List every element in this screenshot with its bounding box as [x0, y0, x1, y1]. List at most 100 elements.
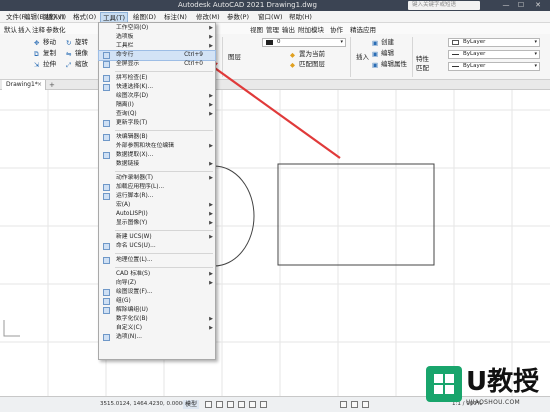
tools-menu-item[interactable]: 选项板 ▶ [99, 33, 215, 42]
tools-menu-item[interactable]: 块编辑器(B) [99, 133, 215, 142]
submenu-arrow-icon: ▶ [209, 102, 213, 108]
menu-modify[interactable]: 修改(M) [194, 12, 222, 22]
tab-addins[interactable]: 附加模块 [298, 24, 324, 34]
tools-menu-item[interactable]: 解除编组(U) [99, 306, 215, 315]
tools-menu-item[interactable]: 数字化仪(B) ▶ [99, 315, 215, 324]
linetype-select[interactable]: ByLayer ▾ [448, 50, 540, 59]
tools-menu-item[interactable]: 全屏显示 Ctrl+0 [99, 60, 215, 69]
layer-select[interactable]: 0 ▾ [262, 38, 346, 47]
copy-label: 复制 [43, 49, 56, 57]
lineweight-toggle-icon[interactable] [340, 401, 347, 408]
otrack-toggle-icon[interactable] [260, 401, 267, 408]
tools-menu-item[interactable]: 工作空间(O) ▶ [99, 24, 215, 33]
menu-dimension[interactable]: 标注(N) [162, 12, 189, 22]
copy-button[interactable]: ⧉ 复制 [34, 48, 56, 58]
tools-menu-item-label: 工具栏 [116, 43, 134, 49]
tools-menu-item[interactable]: 自定义(C) ▶ [99, 324, 215, 333]
menu-draw[interactable]: 绘图(D) [131, 12, 158, 22]
polar-toggle-icon[interactable] [238, 401, 245, 408]
submenu-arrow-icon: ▶ [209, 34, 213, 40]
tab-manage[interactable]: 管理 [266, 24, 279, 34]
scale-button[interactable]: ⤢ 缩放 [66, 59, 88, 69]
color-swatch [452, 40, 459, 45]
create-block-button[interactable]: ▣ 创建 [372, 37, 394, 47]
transparency-toggle-icon[interactable] [351, 401, 358, 408]
tools-menu-item[interactable]: 命令行 Ctrl+9 [98, 50, 216, 61]
tools-menu-item[interactable]: 数据提取(X)... [99, 151, 215, 160]
tools-menu-item-label: 组(G) [116, 298, 131, 304]
tab-annotate[interactable]: 注释 [32, 24, 45, 34]
tools-menu-item[interactable]: 数据链接 ▶ [99, 160, 215, 169]
submenu-arrow-icon: ▶ [209, 234, 213, 240]
tools-menu-item[interactable]: 选项(N)... [99, 333, 215, 342]
tools-menu-item[interactable]: 地理位置(L)... [99, 256, 215, 265]
windows-logo-icon [426, 366, 462, 402]
close-button[interactable]: ✕ [532, 0, 544, 11]
mirror-button[interactable]: ⇋ 镜像 [66, 48, 88, 58]
set-current-button[interactable]: ◆ 置为当前 [290, 49, 325, 59]
doc-tab-drawing1[interactable]: Drawing1* × [2, 80, 46, 90]
tools-menu-item[interactable]: 运行脚本(R)... [99, 192, 215, 201]
stretch-button[interactable]: ⇲ 拉伸 [34, 59, 56, 69]
menu-format[interactable]: 格式(O) [71, 12, 98, 22]
tools-menu-item[interactable]: 组(G) [99, 297, 215, 306]
osnap-toggle-icon[interactable] [249, 401, 256, 408]
menu-help[interactable]: 帮助(H) [287, 12, 314, 22]
tools-menu-item[interactable]: 工具栏 ▶ [99, 42, 215, 51]
tools-menu-item[interactable]: 宏(A) ▶ [99, 201, 215, 210]
tools-menu-item[interactable]: 查询(Q) ▶ [99, 110, 215, 119]
drawing-canvas[interactable] [0, 90, 550, 396]
tools-menu-item[interactable]: 快速选择(K)... [99, 83, 215, 92]
selection-cycling-icon[interactable] [362, 401, 369, 408]
tools-menu-item[interactable]: 外部参照和块在位编辑 ▶ [99, 142, 215, 151]
match-properties-button[interactable]: 匹配 [416, 63, 429, 73]
layer-color-swatch [266, 40, 273, 45]
lineweight-select[interactable]: ByLayer ▾ [448, 62, 540, 71]
tab-parametric[interactable]: 参数化 [46, 24, 66, 34]
ortho-toggle-icon[interactable] [227, 401, 234, 408]
edit-attribute-label: 编辑属性 [381, 60, 407, 68]
tools-menu-item[interactable]: 绘图次序(D) ▶ [99, 92, 215, 101]
options-icon [103, 334, 110, 341]
tools-menu-item[interactable]: AutoLISP(I) ▶ [99, 210, 215, 219]
rotate-button[interactable]: ↻ 旋转 [66, 37, 88, 47]
edit-attribute-button[interactable]: ▣ 编辑属性 [372, 59, 407, 69]
layer-group-label: 图层 [228, 53, 241, 61]
tools-menu-item[interactable]: 向导(Z) ▶ [99, 279, 215, 288]
tab-view[interactable]: 视图 [250, 24, 263, 34]
tools-menu-item[interactable]: 拼写检查(E) [99, 74, 215, 83]
tab-default[interactable]: 默认 [4, 24, 17, 34]
tools-menu-item[interactable]: 动作录制器(T) ▶ [99, 174, 215, 183]
tools-menu-item[interactable]: CAD 标准(S) ▶ [99, 270, 215, 279]
tools-menu-item[interactable]: 绘图设置(F)... [99, 288, 215, 297]
move-button[interactable]: ✥ 移动 [34, 37, 56, 47]
tools-menu-item[interactable]: 更新字段(T) [99, 119, 215, 128]
tab-collaborate[interactable]: 协作 [330, 24, 343, 34]
color-select[interactable]: ByLayer ▾ [448, 38, 540, 47]
insert-block-button[interactable]: 插入 [356, 52, 369, 62]
snap-toggle-icon[interactable] [216, 401, 223, 408]
edit-block-button[interactable]: ▣ 编辑 [372, 48, 394, 58]
layer-value: 0 [277, 39, 281, 45]
close-icon[interactable]: × [37, 80, 42, 90]
tab-output[interactable]: 输出 [282, 24, 295, 34]
search-input[interactable]: 键入关键字或短语 [408, 1, 480, 10]
tab-insert[interactable]: 插入 [18, 24, 31, 34]
minimize-button[interactable]: — [500, 0, 512, 11]
new-tab-button[interactable]: + [49, 80, 55, 90]
tools-menu-item[interactable]: 命名 UCS(U)... [99, 242, 215, 251]
menu-parametric[interactable]: 参数(P) [225, 12, 251, 22]
menu-window[interactable]: 窗口(W) [256, 12, 285, 22]
match-layer-button[interactable]: ◆ 匹配图层 [290, 59, 325, 69]
tools-menu-item[interactable]: 隔离(I) ▶ [99, 101, 215, 110]
model-tab[interactable]: 模型 [183, 400, 200, 409]
tools-menu-item[interactable]: 显示图像(Y) ▶ [99, 219, 215, 228]
maximize-button[interactable]: ☐ [515, 0, 527, 11]
tools-menu-item-label: 绘图设置(F)... [116, 289, 153, 295]
tools-menu-item-label: 宏(A) [116, 202, 131, 208]
menu-insert[interactable]: 插入(I) [44, 12, 68, 22]
tools-menu-item[interactable]: 新建 UCS(W) ▶ [99, 233, 215, 242]
grid-toggle-icon[interactable] [205, 401, 212, 408]
tools-menu-item[interactable]: 加载应用程序(L)... [99, 183, 215, 192]
tab-featured[interactable]: 精选应用 [350, 24, 376, 34]
